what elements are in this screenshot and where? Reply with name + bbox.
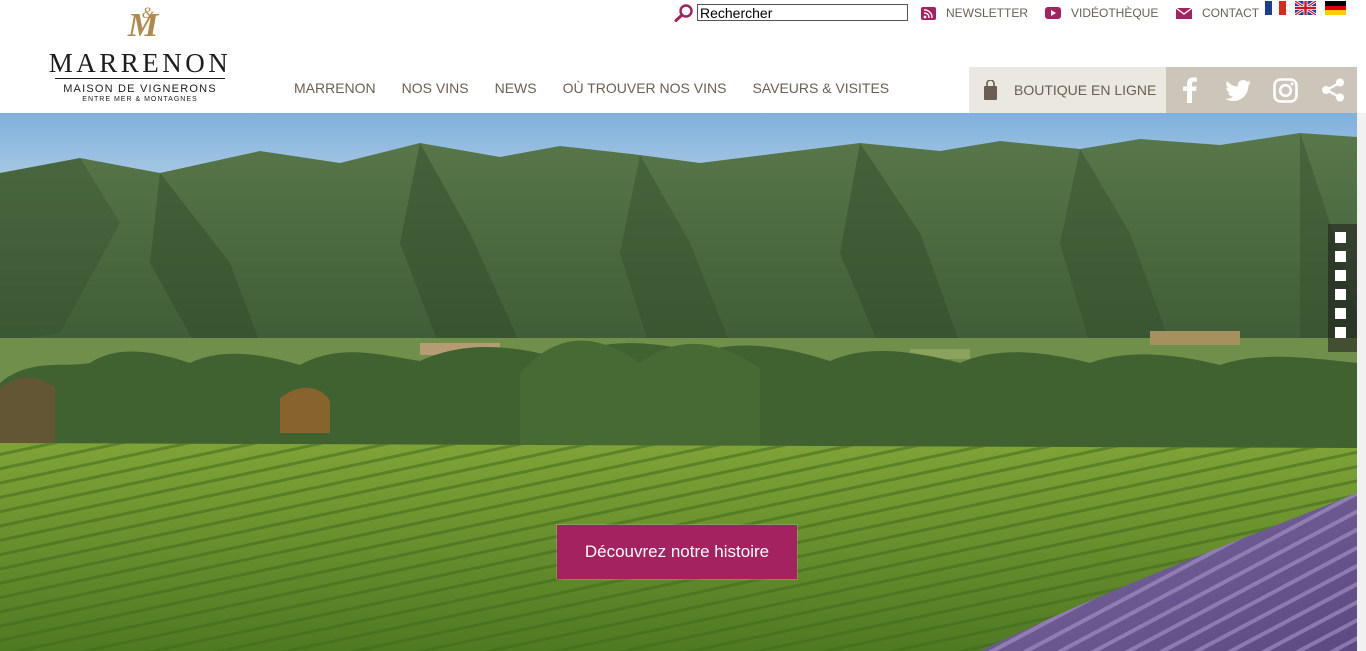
nav-item-news[interactable]: NEWS [495,80,537,96]
online-shop-label: BOUTIQUE EN LIGNE [1014,82,1157,98]
rss-icon [921,6,936,20]
brand-name: MARRENON [48,48,232,78]
newsletter-link[interactable]: NEWSLETTER [921,6,1028,20]
slider-pagination [1328,224,1357,352]
search-input[interactable] [697,4,908,21]
flag-de-icon[interactable] [1325,1,1346,15]
logo-divider [55,78,225,79]
slider-dot-1[interactable] [1335,232,1346,243]
contact-label: CONTACT [1202,6,1260,20]
instagram-icon [1273,77,1298,103]
page-scrollbar[interactable] [1357,113,1366,651]
envelope-icon [1176,7,1192,19]
brand-tagline: MAISON DE VIGNERONS [63,83,217,95]
hero-slider: Découvrez notre histoire [0,113,1357,651]
slider-dot-2[interactable] [1335,251,1346,262]
social-bar [1166,67,1357,113]
online-shop-button[interactable]: BOUTIQUE EN LIGNE [969,67,1166,113]
nav-item-marrenon[interactable]: MARRENON [294,80,376,96]
slider-dot-5[interactable] [1335,308,1346,319]
search-icon[interactable] [674,4,694,22]
discover-history-button[interactable]: Découvrez notre histoire [557,525,797,579]
slider-dot-6[interactable] [1335,327,1346,338]
videotheque-label: VIDÉOTHÈQUE [1071,6,1159,20]
nav-item-saveurs-visites[interactable]: SAVEURS & VISITES [752,80,889,96]
nav-item-nos-vins[interactable]: NOS VINS [402,80,469,96]
flag-fr-icon[interactable] [1265,1,1286,15]
flag-en-icon[interactable] [1295,1,1316,15]
videotheque-link[interactable]: VIDÉOTHÈQUE [1045,6,1158,20]
share-button[interactable] [1309,67,1357,113]
brand-subtagline: ENTRE MER & MONTAGNES [82,96,198,103]
main-nav: MARRENON NOS VINS NEWS OÙ TROUVER NOS VI… [294,80,915,96]
video-play-icon [1045,7,1061,19]
share-icon [1322,78,1345,102]
contact-link[interactable]: CONTACT [1176,6,1259,20]
nav-item-ou-trouver[interactable]: OÙ TROUVER NOS VINS [563,80,727,96]
shopping-bag-icon [984,80,997,100]
site-header: M & MARRENON MAISON DE VIGNERONS ENTRE M… [0,0,1366,113]
monogram-icon: M & [127,5,160,44]
svg-text:&: & [142,5,155,22]
slider-dot-3[interactable] [1335,270,1346,281]
facebook-button[interactable] [1166,67,1214,113]
instagram-button[interactable] [1262,67,1310,113]
twitter-icon [1224,79,1251,101]
slider-dot-4[interactable] [1335,289,1346,300]
facebook-icon [1182,77,1197,103]
newsletter-label: NEWSLETTER [946,6,1029,20]
twitter-button[interactable] [1214,67,1262,113]
brand-logo[interactable]: M & MARRENON MAISON DE VIGNERONS ENTRE M… [15,0,265,105]
